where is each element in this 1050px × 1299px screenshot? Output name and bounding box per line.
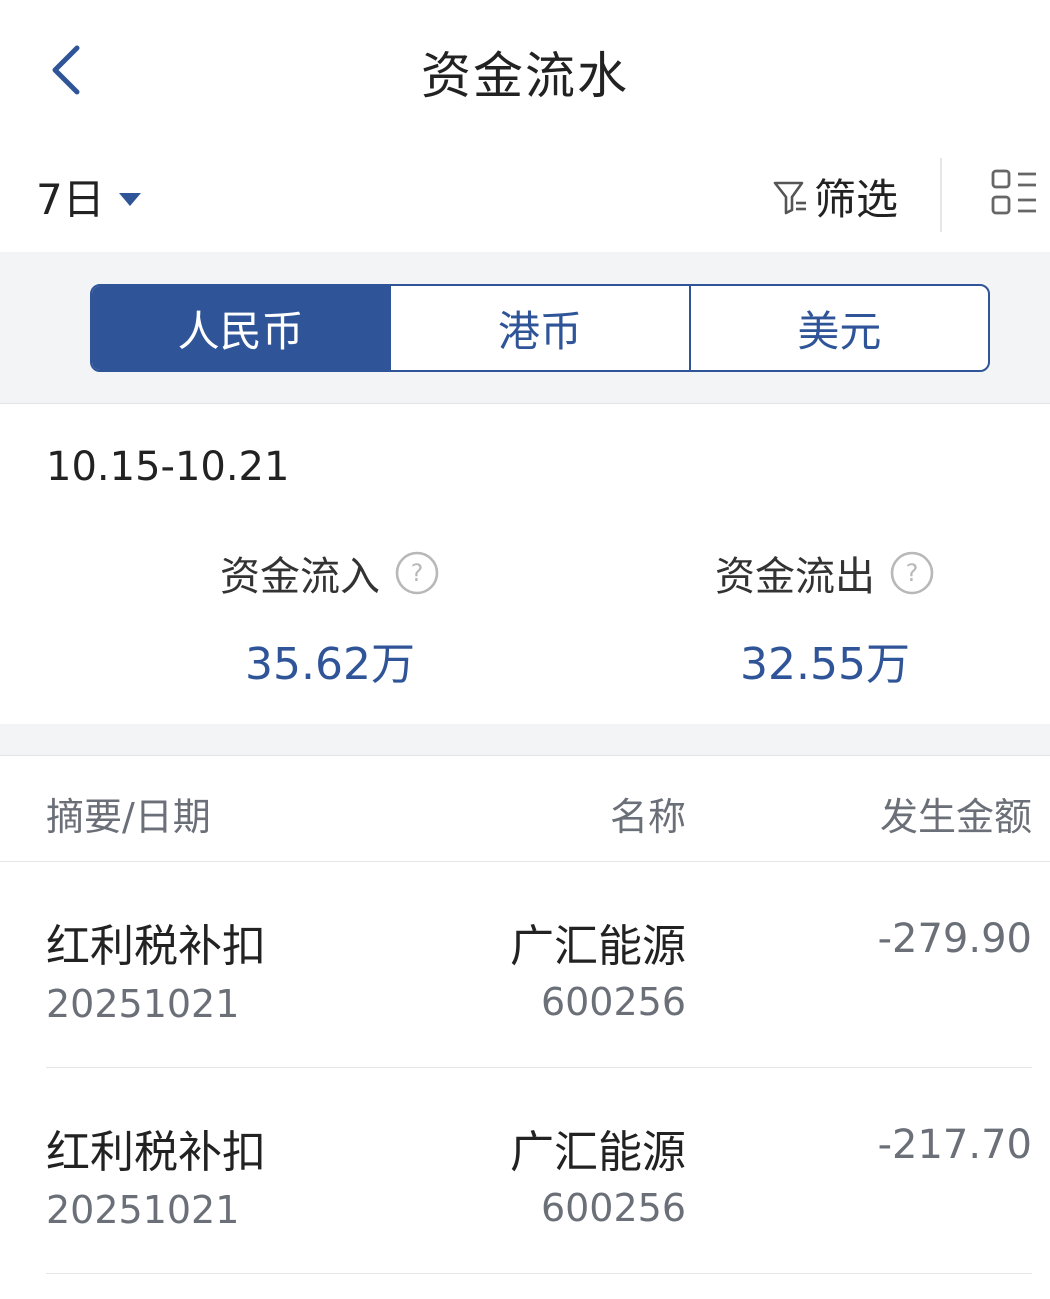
period-label: 7日 (36, 175, 105, 224)
page-title: 资金流水 (421, 47, 629, 105)
row-amount: -217.70 (877, 1122, 1032, 1168)
inflow-label: 资金流入 (220, 554, 380, 600)
header: 资金流水 (0, 0, 1050, 140)
caret-down-icon (118, 192, 141, 206)
help-icon[interactable]: ? (394, 550, 440, 596)
period-selector[interactable]: 7日 (36, 166, 143, 227)
svg-text:?: ? (411, 559, 424, 587)
row-security-code: 600256 (540, 980, 686, 1024)
outflow-value: 32.55万 (740, 639, 910, 690)
row-date: 20251021 (46, 1188, 240, 1232)
row-divider (46, 1273, 1032, 1274)
filter-icon (773, 181, 806, 214)
tab-rmb[interactable]: 人民币 (92, 286, 392, 370)
row-security-name: 广汇能源 (510, 1127, 686, 1178)
row-security-code: 600256 (540, 1186, 686, 1230)
currency-tabs-band: 人民币 港币 美元 (0, 252, 1050, 404)
svg-text:?: ? (906, 559, 919, 587)
tab-hkd[interactable]: 港币 (391, 286, 691, 370)
inflow-value: 35.62万 (245, 639, 415, 690)
outflow-stat: 资金流出 ? 32.55万 (625, 544, 1025, 692)
column-header-name: 名称 (609, 795, 686, 839)
toolbar: 7日 筛选 (0, 140, 1050, 252)
column-header-amount: 发生金额 (879, 795, 1032, 839)
row-date: 20251021 (46, 982, 240, 1026)
tab-usd[interactable]: 美元 (691, 286, 988, 370)
table-row[interactable]: 红利税补扣 20251021 广汇能源 600256 -279.90 (0, 862, 1050, 1068)
row-amount: -279.90 (877, 916, 1032, 962)
row-summary: 红利税补扣 (46, 921, 266, 972)
filter-button[interactable]: 筛选 (772, 166, 898, 227)
table-header: 摘要/日期 名称 发生金额 (0, 756, 1050, 862)
table-row[interactable]: 红利税补扣 20251021 广汇能源 600256 -217.70 (0, 1068, 1050, 1274)
row-summary: 红利税补扣 (46, 1127, 266, 1178)
inflow-stat: 资金流入 ? 35.62万 (130, 544, 530, 692)
toolbar-divider (940, 158, 942, 232)
date-range: 10.15-10.21 (46, 444, 290, 490)
filter-label: 筛选 (814, 175, 899, 224)
row-security-name: 广汇能源 (510, 921, 686, 972)
column-header-summary-date: 摘要/日期 (46, 795, 211, 839)
layout-toggle-button[interactable] (990, 168, 1038, 222)
summary-panel: 10.15-10.21 资金流入 ? 35.62万 资金流出 ? 32.55万 (0, 404, 1050, 724)
section-gap (0, 724, 1050, 756)
outflow-label: 资金流出 (715, 554, 875, 600)
list-layout-icon (991, 169, 1036, 215)
help-icon[interactable]: ? (889, 550, 935, 596)
currency-tabs: 人民币 港币 美元 (90, 284, 990, 372)
